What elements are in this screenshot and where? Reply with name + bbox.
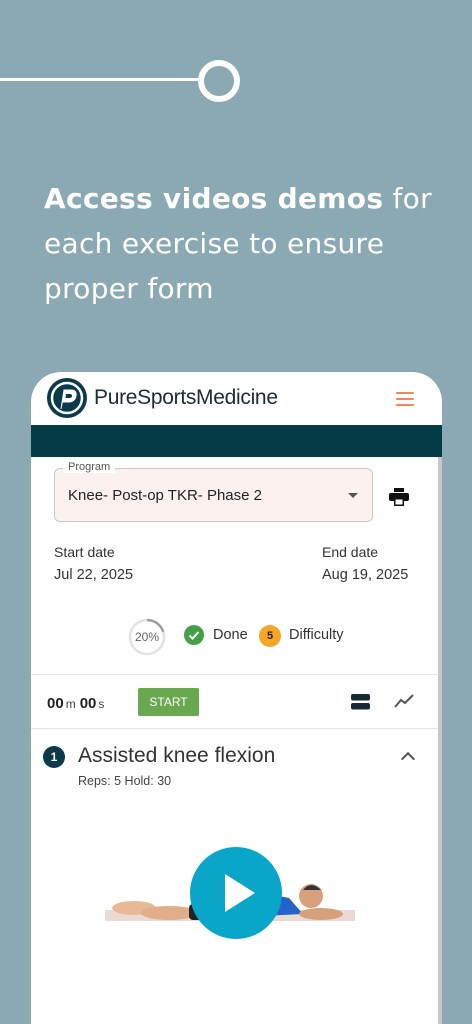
timer-s-unit: s (98, 697, 105, 711)
exercise-title: Assisted knee flexion (78, 744, 276, 767)
start-date-label: Start date (54, 544, 115, 560)
timer-seconds: 00 (79, 695, 97, 712)
phone-screen: PureSportsMedicine Program Knee- Post-op… (31, 372, 442, 1024)
play-button[interactable] (190, 847, 282, 939)
dropdown-caret-icon (348, 493, 358, 498)
scrollbar[interactable] (438, 457, 442, 1024)
brand-name: PureSportsMedicine (94, 386, 278, 409)
marketing-headline: Access videos demos for each exercise to… (44, 176, 444, 311)
check-circle-icon (184, 625, 204, 645)
exercise-meta: Reps: 5 Hold: 30 (78, 774, 172, 788)
difficulty-label: Difficulty (289, 627, 344, 643)
end-date-value: Aug 19, 2025 (322, 567, 409, 583)
start-button[interactable]: START (138, 688, 199, 716)
print-icon[interactable] (389, 488, 409, 506)
end-date-label: End date (322, 544, 379, 560)
menu-icon[interactable] (396, 392, 414, 406)
divider (31, 674, 438, 675)
trend-icon[interactable] (393, 692, 415, 710)
decor-circle (198, 60, 240, 102)
program-label: Program (63, 461, 116, 473)
difficulty-badge: 5 (259, 625, 281, 647)
start-date-value: Jul 22, 2025 (54, 567, 134, 583)
headline-bold: Access videos demos (44, 182, 384, 215)
program-select[interactable]: Program Knee- Post-op TKR- Phase 2 (54, 461, 373, 522)
timer-m-unit: m (65, 697, 76, 711)
exercise-number: 1 (43, 746, 65, 768)
logo-icon (47, 378, 87, 418)
header-bar (31, 425, 442, 457)
decor-line (0, 78, 202, 81)
program-value: Knee- Post-op TKR- Phase 2 (68, 487, 262, 504)
done-label: Done (213, 627, 248, 643)
list-view-icon[interactable] (351, 694, 370, 710)
app-header: PureSportsMedicine (31, 372, 442, 425)
timer: 00 m 00 s (47, 695, 108, 712)
divider (31, 728, 438, 729)
play-icon (225, 874, 255, 912)
chevron-up-icon[interactable] (400, 751, 416, 767)
timer-minutes: 00 (47, 695, 64, 712)
progress-percent: 20% (134, 630, 160, 644)
